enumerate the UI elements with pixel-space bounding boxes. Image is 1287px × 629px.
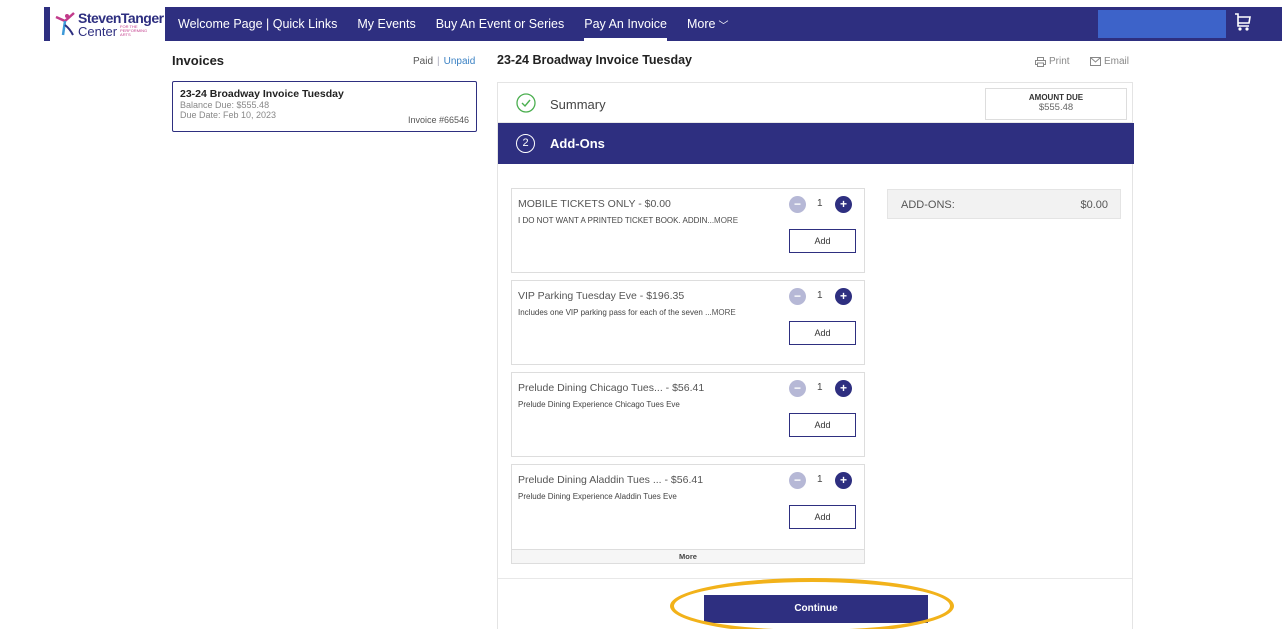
filter-unpaid-link[interactable]: Unpaid — [444, 56, 476, 67]
quantity-increase-button[interactable]: + — [835, 472, 852, 489]
cart-icon[interactable] — [1234, 12, 1252, 32]
invoice-number: Invoice #66546 — [407, 115, 469, 125]
addon-description: Prelude Dining Experience Chicago Tues E… — [518, 400, 798, 409]
quantity-value: 1 — [817, 382, 823, 393]
logo-line2: Center — [78, 23, 118, 39]
nav-item-welcome[interactable]: Welcome Page | Quick Links — [178, 7, 337, 41]
amount-due-box: AMOUNT DUE $555.48 — [985, 88, 1127, 120]
addon-card: Prelude Dining Chicago Tues... - $56.41 … — [511, 372, 865, 457]
nav-item-my-events[interactable]: My Events — [357, 7, 415, 41]
filter-divider: | — [437, 56, 440, 67]
account-search-box[interactable] — [1098, 10, 1226, 38]
addon-more-link[interactable]: MORE — [712, 308, 736, 317]
invoices-heading: Invoices — [172, 53, 225, 68]
panel-footer: Continue — [498, 578, 1132, 629]
quantity-value: 1 — [817, 474, 823, 485]
addon-desc-text: I DO NOT WANT A PRINTED TICKET BOOK. ADD… — [518, 216, 715, 225]
summary-step[interactable]: Summary AMOUNT DUE $555.48 — [498, 83, 1132, 123]
addon-title: Prelude Dining Aladdin Tues ... - $56.41 — [518, 474, 704, 486]
addon-title: VIP Parking Tuesday Eve - $196.35 — [518, 290, 685, 302]
printer-icon — [1035, 56, 1046, 67]
filter-paid-link[interactable]: Paid — [413, 56, 433, 67]
add-button[interactable]: Add — [789, 321, 856, 345]
addon-desc-text: Prelude Dining Experience Aladdin Tues E… — [518, 492, 677, 501]
nav-item-pay-invoice[interactable]: Pay An Invoice — [584, 7, 667, 41]
addons-total-label: ADD-ONS: — [901, 199, 955, 211]
invoice-filter: Paid | Unpaid — [413, 56, 475, 67]
step-number-badge: 2 — [516, 134, 535, 153]
nav-item-label: Welcome Page | Quick Links — [178, 17, 338, 31]
email-button[interactable]: Email — [1090, 56, 1129, 67]
top-navigation: StevenTanger Center FOR THE PERFORMING AR… — [0, 0, 1287, 44]
quantity-increase-button[interactable]: + — [835, 288, 852, 305]
addon-card: VIP Parking Tuesday Eve - $196.35 Includ… — [511, 280, 865, 365]
addons-total-value: $0.00 — [1080, 199, 1108, 211]
nav-item-label: Buy An Event or Series — [435, 17, 565, 31]
addon-card: Prelude Dining Aladdin Tues ... - $56.41… — [511, 464, 865, 550]
amount-due-label: AMOUNT DUE — [1028, 93, 1084, 102]
checkout-panel: Summary AMOUNT DUE $555.48 2 Add-Ons MOB… — [497, 82, 1134, 629]
addons-heading: Add-Ons — [550, 136, 605, 151]
addon-more-link[interactable]: MORE — [714, 216, 738, 225]
addons-total-box: ADD-ONS: $0.00 — [887, 189, 1121, 219]
site-logo[interactable]: StevenTanger Center FOR THE PERFORMING AR… — [50, 6, 165, 42]
quantity-decrease-button[interactable]: − — [789, 380, 806, 397]
nav-menu: Welcome Page | Quick Links My Events Buy… — [178, 7, 748, 41]
amount-due-value: $555.48 — [1038, 102, 1074, 113]
quantity-decrease-button[interactable]: − — [789, 472, 806, 489]
invoice-name: 23-24 Broadway Invoice Tuesday — [180, 88, 344, 100]
nav-item-label: Pay An Invoice — [584, 17, 667, 31]
invoice-balance: Balance Due: $555.48 — [180, 100, 270, 110]
addons-content: MOBILE TICKETS ONLY - $0.00 I DO NOT WAN… — [498, 164, 1132, 578]
add-button[interactable]: Add — [789, 413, 856, 437]
nav-item-buy-event[interactable]: Buy An Event or Series — [436, 7, 565, 41]
invoice-title: 23-24 Broadway Invoice Tuesday — [497, 53, 692, 67]
nav-item-label: My Events — [357, 17, 416, 31]
quantity-increase-button[interactable]: + — [835, 196, 852, 213]
quantity-decrease-button[interactable]: − — [789, 196, 806, 213]
more-addons-button[interactable]: More — [511, 550, 865, 564]
add-button[interactable]: Add — [789, 229, 856, 253]
addon-desc-text: Prelude Dining Experience Chicago Tues E… — [518, 400, 680, 409]
add-button[interactable]: Add — [789, 505, 856, 529]
nav-item-more[interactable]: More ﹀ — [687, 7, 728, 41]
addon-title: Prelude Dining Chicago Tues... - $56.41 — [518, 382, 705, 394]
addon-description: Prelude Dining Experience Aladdin Tues E… — [518, 492, 798, 501]
print-label: Print — [1049, 56, 1070, 67]
logo-figure-icon — [54, 11, 76, 37]
addons-step-header: 2 Add-Ons — [498, 123, 1134, 164]
invoice-card[interactable]: 23-24 Broadway Invoice Tuesday Balance D… — [172, 81, 477, 132]
nav-item-label: More — [686, 17, 716, 31]
logo-tagline: FOR THE PERFORMING ARTS — [120, 24, 148, 37]
quantity-value: 1 — [817, 290, 823, 301]
envelope-icon — [1090, 57, 1101, 66]
quantity-increase-button[interactable]: + — [835, 380, 852, 397]
addon-card: MOBILE TICKETS ONLY - $0.00 I DO NOT WAN… — [511, 188, 865, 273]
continue-button[interactable]: Continue — [704, 595, 928, 623]
email-label: Email — [1104, 56, 1130, 67]
addon-title: MOBILE TICKETS ONLY - $0.00 — [518, 198, 671, 210]
chevron-down-icon: ﹀ — [718, 20, 729, 32]
quantity-value: 1 — [817, 198, 823, 209]
quantity-decrease-button[interactable]: − — [789, 288, 806, 305]
check-circle-icon — [516, 93, 536, 113]
addon-desc-text: Includes one VIP parking pass for each o… — [518, 308, 712, 317]
addon-description: I DO NOT WANT A PRINTED TICKET BOOK. ADD… — [518, 216, 798, 225]
addon-description: Includes one VIP parking pass for each o… — [518, 308, 798, 317]
summary-label: Summary — [550, 97, 606, 112]
logo-line1: StevenTanger — [78, 9, 164, 26]
print-button[interactable]: Print — [1035, 56, 1070, 67]
